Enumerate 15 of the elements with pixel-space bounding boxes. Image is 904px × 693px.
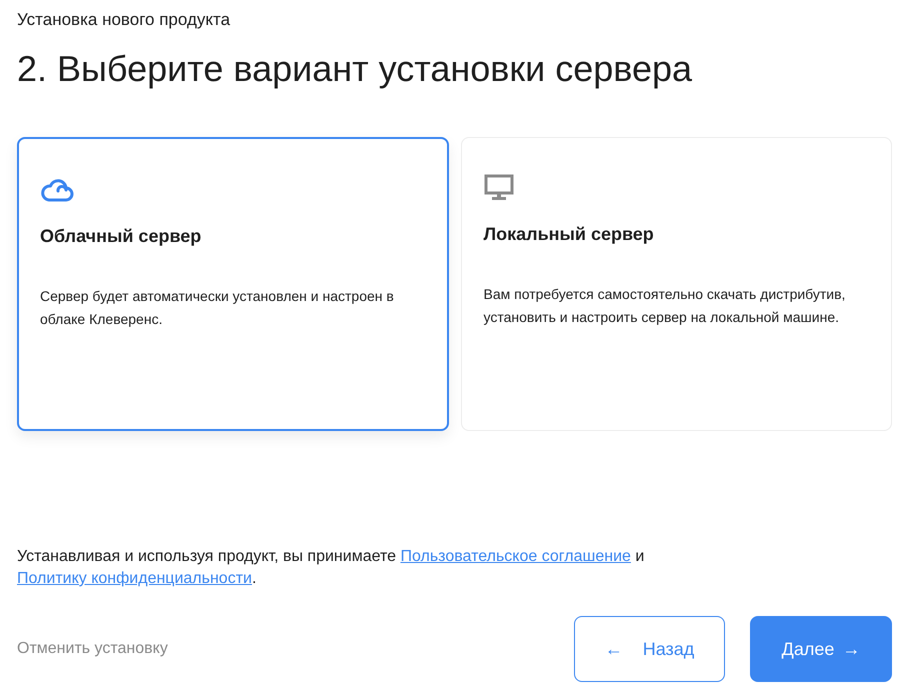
option-title: Облачный сервер <box>40 226 202 247</box>
consent-text: Устанавливая и используя продукт, вы принимаете Пользовательское соглашение и Политику конфиденциальности. <box>17 547 646 589</box>
back-button[interactable]: ← Назад <box>574 616 725 682</box>
option-card[interactable]: Облачный сервер Сервер будет автоматически установлен и настроен в облаке Клеверенс. <box>17 137 448 431</box>
page-heading: 2. Выберите вариант установки сервера <box>17 48 694 90</box>
breadcrumb: Установка нового продукта <box>17 10 232 30</box>
option-card[interactable]: Локальный сервер Вам потребуется самостоятельно скачать дистрибутив, установить и настроить сервер на локальной машине. <box>460 137 892 431</box>
option-title: Локальный сервер <box>484 224 655 245</box>
cancel-link[interactable]: Отменить установку <box>17 640 168 658</box>
option-description: Вам потребуется самостоятельно скачать дистрибутив, установить и настроить сервер на локальной машине. <box>484 285 846 327</box>
user-agreement-link[interactable]: Пользовательское соглашение <box>400 548 631 565</box>
privacy-policy-link[interactable]: Политику конфиденциальности <box>17 570 252 587</box>
monitor-icon <box>484 174 514 202</box>
option-description: Сервер будет автоматически установлен и настроен в облаке Клеверенс. <box>40 287 395 329</box>
next-button[interactable]: Далее → <box>750 616 892 682</box>
